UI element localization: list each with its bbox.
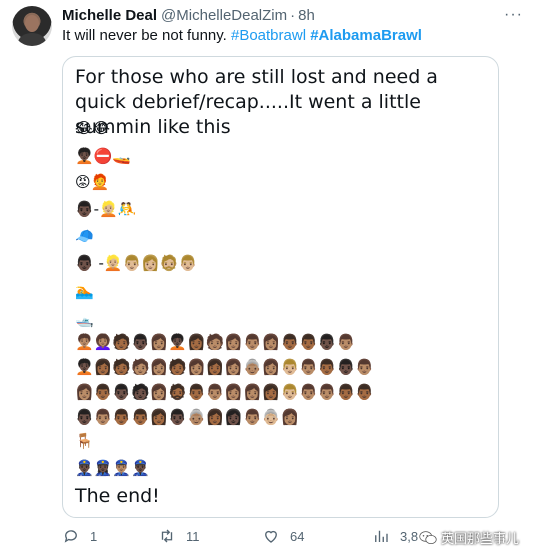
tweet-header: Michelle Deal @MichelleDealZim · 8h <box>62 7 315 25</box>
hashtag-boatbrawl[interactable]: #Boatbrawl <box>231 27 306 44</box>
emoji-row-ship: 🛥️ <box>75 310 94 328</box>
hashtag-alabamabrawl[interactable]: #AlabamaBrawl <box>310 27 422 44</box>
emoji-row-angry: 😡🧑‍🦰 <box>75 173 110 191</box>
retweet-count: 11 <box>186 528 200 544</box>
retweet-icon <box>161 529 173 543</box>
reply-count: 1 <box>90 528 98 544</box>
author-name[interactable]: Michelle Deal <box>62 7 157 24</box>
like-button[interactable]: 64 <box>262 527 304 545</box>
reply-icon <box>64 530 77 543</box>
tweet-time[interactable]: 8h <box>298 7 315 24</box>
views-count: 3,8 <box>400 528 419 544</box>
author-handle[interactable]: @MichelleDealZim <box>161 7 287 24</box>
emoji-row-people-4: 👨🏿👨🏽👨🏾👨🏾👩🏾👨🏿👵🏽👩🏾👩🏿👨🏽👵🏼👩🏽 <box>75 408 300 426</box>
emoji-row-chair: 🪑 <box>75 432 94 450</box>
heart-icon <box>265 530 277 543</box>
views-bar-icon <box>375 530 388 542</box>
quoted-image-card[interactable]: For those who are still lost and need a … <box>62 56 499 518</box>
emoji-row-people-2: 🧑🏿‍🦱👩🏾🧑🏾🧑🏽👩🏽🧑🏾👩🏽👩🏾👩🏽👵🏽👩🏽👨🏼👨🏽👨🏾👨🏿👨🏽 <box>75 358 374 376</box>
emoji-row-laughing: 😂😂 <box>75 119 111 137</box>
emoji-row-no-boat: 🧑🏿‍🦱⛔🚤 <box>75 147 132 165</box>
watermark-text: 英国那些事儿 <box>440 532 519 547</box>
wechat-logo-icon <box>419 530 437 544</box>
more-options-icon[interactable]: ··· <box>504 6 523 24</box>
header-separator: · <box>290 7 296 24</box>
emoji-row-crowd: 👨🏿 -👱🏼👨🏼👩🏼🧔🏼👨🏼 <box>75 254 198 272</box>
like-count: 64 <box>290 528 305 544</box>
avatar-shoulders <box>18 33 46 46</box>
views-button[interactable]: 3,8 <box>372 527 418 545</box>
tweet-text-plain: It will never be not funny. <box>62 27 231 44</box>
emoji-row-people-1: 🧑🏽‍🦱👩🏽‍🦱🧑🏾👨🏿👩🏽🧑🏿‍🦱👩🏾🧑🏽👩🏽👨🏽👩🏽👨🏾👨🏾👨🏿👨🏽 <box>75 333 356 351</box>
card-title: For those who are still lost and need a … <box>75 66 438 138</box>
tweet-text: It will never be not funny. #Boatbrawl #… <box>62 27 422 44</box>
reply-button[interactable]: 1 <box>62 527 97 545</box>
author-avatar[interactable] <box>12 6 52 46</box>
emoji-row-cap: 🧢 <box>75 227 94 245</box>
retweet-button[interactable]: 11 <box>158 527 200 545</box>
watermark: 英国那些事儿 <box>419 528 519 547</box>
emoji-row-swimmer: 🏊 <box>75 282 94 300</box>
emoji-row-wrestle: 👨🏿-👱🏼🤼 <box>75 200 137 218</box>
avatar-face <box>25 15 39 32</box>
tweet[interactable]: Michelle Deal @MichelleDealZim · 8h ··· … <box>0 0 533 556</box>
emoji-row-police: 👮🏿‍♂️👮🏿‍♀️👮🏽‍♂️👮🏿‍♂️ <box>75 459 150 477</box>
emoji-row-people-3: 👩🏽👨🏾👨🏿🧑🏿👩🏽🧔🏾👨🏾👨🏽👩🏽👩🏽👩🏾👨🏼👨🏽👨🏽👨🏾👨🏾 <box>75 383 374 401</box>
card-ending: The end! <box>75 485 160 507</box>
